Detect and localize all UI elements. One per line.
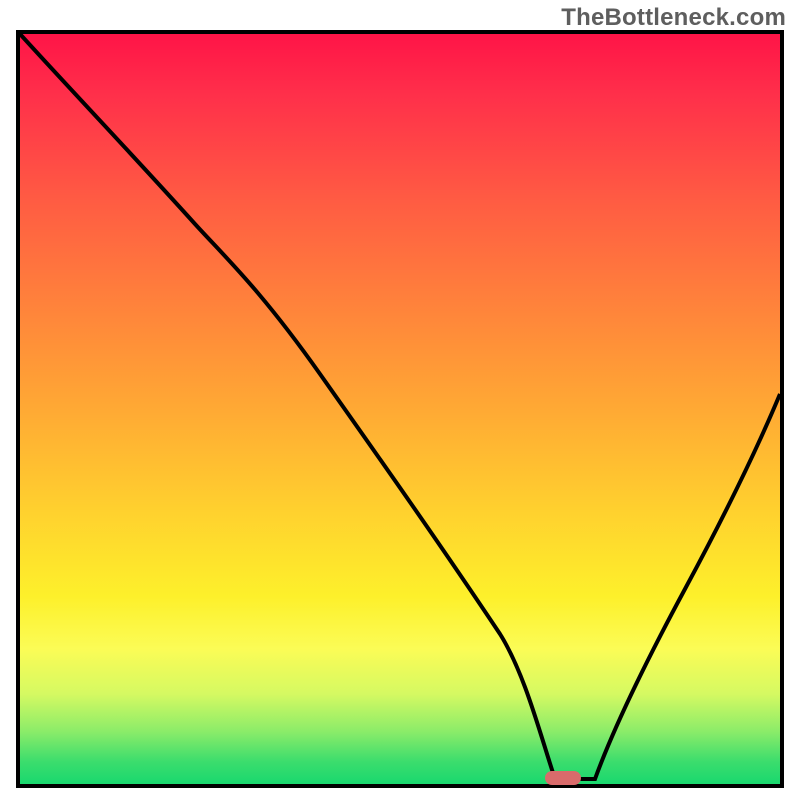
watermark-text: TheBottleneck.com	[561, 4, 786, 32]
curve-path	[20, 34, 780, 779]
chart-area	[16, 30, 784, 788]
minimum-marker	[545, 771, 581, 785]
chart-container: TheBottleneck.com	[0, 0, 800, 800]
bottleneck-curve	[20, 34, 780, 784]
